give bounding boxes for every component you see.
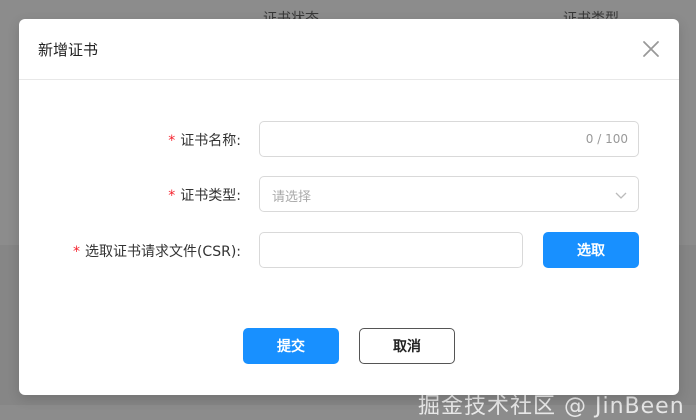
close-icon — [643, 41, 659, 57]
form-row-cert-type: * 证书类型: 请选择 — [19, 176, 679, 212]
form-row-csr-file: * 选取证书请求文件(CSR): 选取 — [19, 232, 679, 268]
dialog-title: 新增证书 — [38, 41, 99, 59]
dialog-header: 新增证书 — [19, 19, 679, 80]
add-certificate-dialog: 新增证书 * 证书名称: 0 / 100 * 证书类型: 请选择 * 选取证书请求文件… — [19, 19, 679, 395]
cert-name-label: * 证书名称: — [168, 133, 241, 149]
close-button[interactable] — [641, 39, 661, 59]
cert-type-label: * 证书类型: — [168, 188, 241, 204]
pick-file-button[interactable]: 选取 — [543, 232, 639, 268]
required-mark: * — [168, 133, 176, 149]
form-row-cert-name: * 证书名称: 0 / 100 — [19, 121, 679, 157]
select-placeholder: 请选择 — [272, 190, 312, 205]
cancel-button[interactable]: 取消 — [359, 328, 455, 364]
required-mark: * — [72, 244, 80, 260]
submit-button[interactable]: 提交 — [243, 328, 339, 364]
required-mark: * — [168, 188, 176, 204]
csr-file-input[interactable] — [259, 232, 523, 268]
cert-type-select[interactable]: 请选择 — [259, 176, 639, 212]
cert-name-input[interactable]: 0 / 100 — [259, 121, 639, 157]
char-counter: 0 / 100 — [585, 132, 628, 146]
csr-file-label: * 选取证书请求文件(CSR): — [72, 244, 241, 260]
chevron-down-icon — [615, 190, 627, 200]
